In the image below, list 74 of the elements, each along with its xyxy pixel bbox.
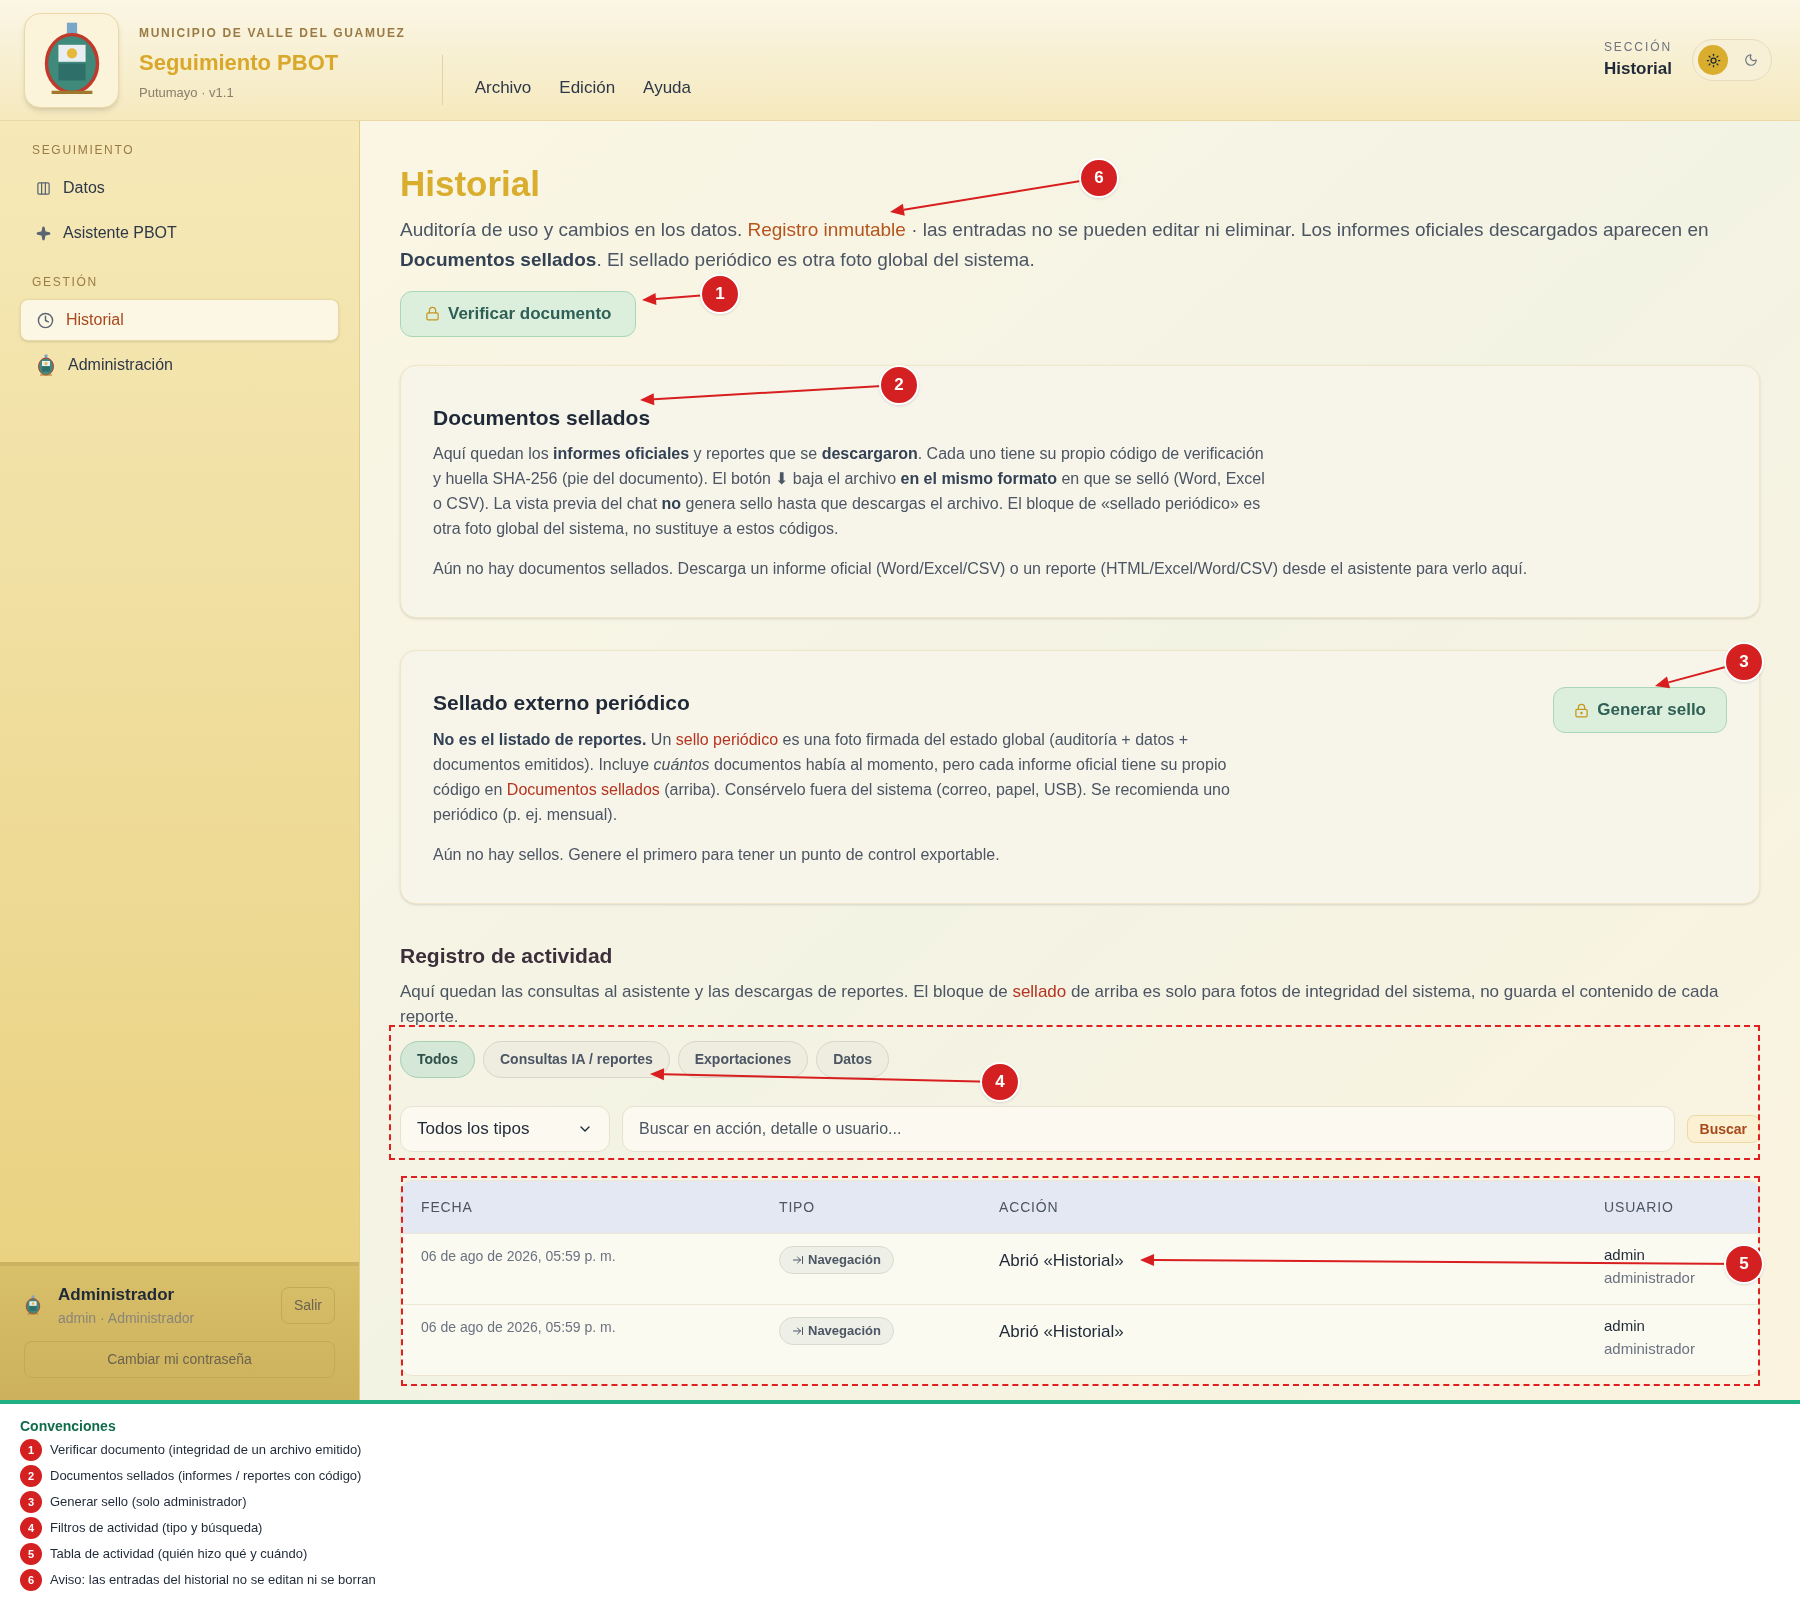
generate-seal-button[interactable]: Generar sello	[1553, 687, 1727, 733]
table-cell: admin	[1604, 1317, 1645, 1335]
table-cell: Abrió «Historial»	[999, 1321, 1124, 1343]
legend-marker: 3	[20, 1491, 42, 1513]
user-name: Administrador	[58, 1284, 176, 1306]
legend-text: Filtros de actividad (tipo y búsqueda)	[50, 1519, 263, 1538]
type-badge: Navegación	[779, 1317, 894, 1345]
filter-tab[interactable]: Exportaciones	[677, 1041, 809, 1078]
menu-item[interactable]: Edición	[559, 74, 616, 100]
sidebar-heading: SEGUIMIENTO	[31, 142, 136, 159]
page-title: Historial	[400, 163, 541, 205]
legend-marker: 5	[20, 1543, 42, 1565]
verify-document-button[interactable]: Verificar documento	[400, 290, 637, 337]
sidebar-item[interactable]: Datos	[20, 167, 339, 209]
legend-text: Generar sello (solo administrador)	[50, 1493, 247, 1512]
legend-text: Aviso: las entradas del historial no se editan ni se borran	[50, 1571, 376, 1590]
arrow-to-line-icon	[792, 1254, 804, 1266]
sidebar-item[interactable]: Administración	[20, 344, 339, 386]
sparkle-icon	[36, 225, 51, 241]
sun-icon[interactable]	[1698, 45, 1728, 75]
app-subtitle: Putumayo · v1.1	[139, 84, 235, 102]
section-title: Registro de actividad	[400, 942, 614, 969]
lock-icon	[1574, 702, 1590, 718]
arrow-to-line-icon	[792, 1325, 804, 1337]
legend-text: Tabla de actividad (quién hizo qué y cuándo)	[50, 1545, 308, 1564]
user-detail: admin · Administrador	[58, 1308, 195, 1328]
filter-tab[interactable]: Datos	[816, 1041, 890, 1078]
card-title: Documentos sellados	[433, 404, 651, 431]
section-name: Historial	[1603, 58, 1672, 81]
table-cell-text: 06 de ago de 2026, 05:59 p. m.	[420, 1247, 617, 1266]
type-badge: Navegación	[779, 1246, 894, 1274]
type-select[interactable]: Todos los tipos	[400, 1106, 610, 1152]
filter-tab[interactable]: Consultas IA / reportes	[482, 1041, 670, 1078]
table-cell: administrador	[1604, 1269, 1695, 1287]
legend-marker: 1	[20, 1439, 42, 1461]
legend-marker: 2	[20, 1465, 42, 1487]
section-description: Aquí quedan las consultas al asistente y las descargas de reportes. El bloque de sellado de arriba es solo para fotos de integridad del sistema, no guarda el contenido de cada reporte.	[400, 981, 1720, 1028]
search-button[interactable]: Buscar	[1686, 1115, 1760, 1143]
crest-icon	[36, 353, 56, 377]
legend-text: Verificar documento (integridad de un archivo emitido)	[50, 1441, 362, 1460]
menu-item[interactable]: Archivo	[474, 74, 532, 100]
column-header: ACCIÓN	[998, 1197, 1060, 1217]
column-header: FECHA	[420, 1197, 474, 1217]
card-description: Aquí quedan los informes oficiales y reportes que se descargaron. Cada uno tiene su propio código de verificación y huella SHA-256 (pie del documento). El botón ⬇ baja el archivo en el mismo formato en que se selló (Word, Excel o CSV). La vista previa del chat no genera sello hasta que descargas el archivo. El bloque de «sellado periódico» es otra foto global del sistema, no sustituye a estos códigos.	[433, 444, 1266, 539]
lock-icon	[425, 306, 440, 321]
card-description: No es el listado de reportes. Un sello periódico es una foto firmada del estado global (auditoría + datos + documentos emitidos). Incluye cuántos documentos había al momento, pero cada informe oficial tiene su propio código en Documentos sellados (arriba). Consérvelo fuera del sistema (correo, papel, USB). Se recomienda uno periódico (p. ej. mensual).	[433, 729, 1231, 825]
app-title: Seguimiento PBOT	[139, 49, 340, 77]
menu-item[interactable]: Ayuda	[643, 74, 691, 100]
clock-icon	[37, 311, 54, 329]
table-cell: administrador	[1604, 1340, 1695, 1358]
sidebar-heading: GESTIÓN	[31, 273, 99, 291]
card-title: Sellado externo periódico	[433, 690, 690, 716]
sidebar-item[interactable]: Asistente PBOT	[20, 212, 339, 254]
empty-state-text: Aún no hay sellos. Genere el primero para tener un punto de control exportable.	[433, 844, 1001, 865]
sidebar-item[interactable]: Historial	[20, 299, 339, 341]
filter-tab[interactable]: Todos	[400, 1041, 475, 1078]
municipality-name: MUNICIPIO DE VALLE DEL GUAMUEZ	[139, 25, 406, 42]
search-field[interactable]: Buscar en acción, detalle o usuario...	[622, 1106, 1675, 1152]
table-cell: Abrió «Historial»	[999, 1250, 1124, 1272]
empty-state-text: Aún no hay documentos sellados. Descarga un informe oficial (Word/Excel/CSV) o un reporte (HTML/Excel/Word/CSV) desde el asistente para verlo aquí.	[433, 559, 1528, 579]
table-icon	[36, 180, 51, 196]
legend-title: Convenciones	[20, 1417, 117, 1436]
logout-button[interactable]: Salir	[281, 1286, 335, 1324]
crest-icon	[24, 1294, 42, 1316]
column-header: USUARIO	[1603, 1197, 1675, 1217]
theme-toggle[interactable]	[1692, 39, 1772, 81]
section-label: SECCIÓN	[1603, 38, 1672, 57]
legend-marker: 4	[20, 1517, 42, 1539]
table-cell-text: 06 de ago de 2026, 05:59 p. m.	[420, 1318, 617, 1337]
legend-marker: 6	[20, 1569, 42, 1591]
table-cell: admin	[1604, 1246, 1645, 1264]
column-header: TIPO	[778, 1197, 817, 1217]
page-intro: Auditoría de uso y cambios en los datos. Registro inmutable · las entradas no se pueden editar ni eliminar. Los informes oficiales descargados aparecen en Documentos sellados. El sellado periódico es otra foto global del sistema.	[400, 217, 1710, 272]
legend-text: Documentos sellados (informes / reportes con código)	[50, 1467, 362, 1486]
